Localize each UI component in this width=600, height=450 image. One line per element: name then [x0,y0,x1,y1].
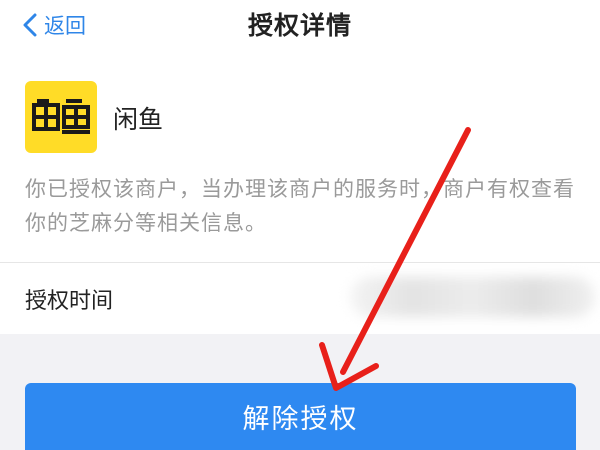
merchant-name: 闲鱼 [113,105,164,134]
nav-header: 返回 授权详情 [0,0,600,56]
app-screen: 返回 授权详情 闲鱼 你已授权该商户，当办理该商户的服务时，商户有权查看你的芝麻… [0,0,600,450]
auth-time-label: 授权时间 [25,289,114,314]
page-title: 授权详情 [247,11,352,40]
auth-time-value-blurred [350,277,595,317]
auth-time-row: 授权时间 [0,262,600,334]
xianyu-logo-icon [25,81,97,153]
merchant-card: 闲鱼 你已授权该商户，当办理该商户的服务时，商户有权查看你的芝麻分等相关信息。 [0,56,600,262]
revoke-authorization-button[interactable]: 解除授权 [25,383,576,450]
authorization-description: 你已授权该商户，当办理该商户的服务时，商户有权查看你的芝麻分等相关信息。 [25,177,575,235]
